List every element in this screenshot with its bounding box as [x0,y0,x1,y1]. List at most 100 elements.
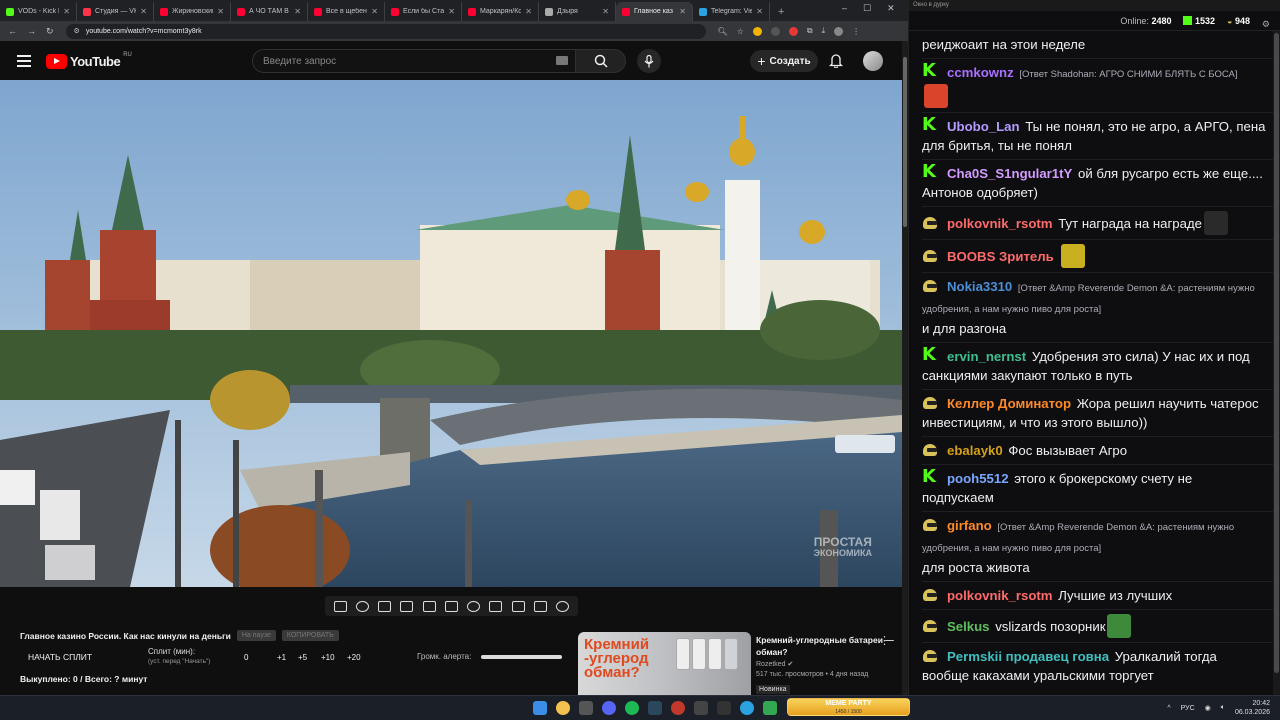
broadcast-icon[interactable] [355,600,369,612]
minimize-button[interactable]: – [842,3,847,14]
browser-tab[interactable]: Все в щебень ✕ [308,2,385,21]
alert-volume-slider[interactable] [481,654,563,659]
reload-icon[interactable]: ↻ [46,26,54,37]
app-icon[interactable] [763,701,777,715]
windows-start-icon[interactable] [533,701,547,715]
notifications-bell-icon[interactable] [828,53,844,73]
new-tab-button[interactable]: + [770,6,792,21]
chat-username[interactable]: pooh5512 [947,471,1009,486]
scrollbar-thumb[interactable] [903,57,907,227]
tab-close-icon[interactable]: ✕ [371,7,378,16]
chat-username[interactable]: Nokia3310 [947,279,1012,294]
chat-username[interactable]: Selkus [947,619,990,634]
chat-settings-icon[interactable]: ⚙ [1262,19,1270,30]
obs-icon[interactable] [671,701,685,715]
app-icon[interactable] [717,701,731,715]
image-add-icon[interactable] [489,600,503,612]
network-icon[interactable]: ◉ [1205,704,1211,712]
start-split-button[interactable]: НАЧАТЬ СПЛИТ [28,652,92,662]
input-language[interactable]: РУС [1181,705,1195,712]
loop-icon[interactable] [333,600,347,612]
split-plus-10-button[interactable]: +10 [321,653,347,662]
browser-tab[interactable]: А ЧО ТАМ В СШ ✕ [231,2,308,21]
menu-icon[interactable] [17,55,31,67]
chat-username[interactable]: ebalayk0 [947,443,1003,458]
spotify-icon[interactable] [625,701,639,715]
split-plus-20-button[interactable]: +20 [347,653,361,662]
flask-icon[interactable] [534,600,548,612]
search-input[interactable] [252,49,576,73]
speed-gauge-icon[interactable] [467,600,481,612]
browser-tab[interactable]: Дзыря ✕ [539,2,616,21]
site-info-icon[interactable]: ⚙ [74,27,80,35]
chat-username[interactable]: Cha0S_S1ngular1tY [947,166,1072,181]
extension-icon[interactable] [788,26,798,36]
tab-close-icon[interactable]: ✕ [756,7,763,16]
browser-tab[interactable]: Если бы Стали✕ [385,2,462,21]
chat-scrollbar[interactable] [1273,31,1280,695]
chat-username[interactable]: Permskii продавец говна [947,649,1109,664]
tray-chevron-icon[interactable]: ^ [1167,705,1170,712]
split-plus-1-button[interactable]: +1 [277,653,298,662]
split-value-zero[interactable]: 0 [244,653,277,662]
tab-close-icon[interactable]: ✕ [602,7,609,16]
settings-gear-icon[interactable] [556,600,570,612]
menu-dots-icon[interactable]: ⋮ [852,27,860,36]
chat-username[interactable]: Ubobo_Lan [947,119,1020,134]
chat-scrollbar-thumb[interactable] [1274,33,1279,673]
search-button[interactable] [576,49,626,73]
tab-close-icon[interactable]: ✕ [448,7,455,16]
back-icon[interactable]: ← [8,26,17,37]
maximize-button[interactable]: ☐ [863,3,871,14]
tab-close-icon[interactable]: ✕ [294,7,301,16]
extension-icon[interactable] [770,26,780,36]
steam-icon[interactable] [648,701,662,715]
playlist-icon[interactable] [378,600,392,612]
tab-close-icon[interactable]: ✕ [525,7,532,16]
youtube-logo[interactable]: YouTube RU [46,52,132,69]
browser-tab[interactable]: VODs - Kick Da ✕ [0,2,77,21]
puzzle-icon[interactable]: ⧉ [807,26,813,36]
chat-username[interactable]: ervin_nernst [947,349,1026,364]
chat-username[interactable]: ccmkownz [947,65,1014,80]
browser-tab[interactable]: Жириновский ✕ [154,2,231,21]
browser-tab[interactable]: Маркарян/Кон ✕ [462,2,539,21]
meme-party-widget[interactable]: MEME PARTY 1450 / 1500 [787,698,910,716]
film-strip-icon[interactable] [444,600,458,612]
zoom-icon[interactable]: 🔍︎ [718,27,728,36]
recommended-video[interactable]: Кремний -углерод обман? Кремний-углеродн… [578,632,900,696]
create-button[interactable]: + Создать [750,50,818,72]
omnibox[interactable]: ⚙ youtube.com/watch?v=mcmomt3y8rk [65,23,706,39]
download-icon[interactable]: ⤓ [822,26,826,36]
tab-close-icon[interactable]: ✕ [63,7,70,16]
tab-close-icon[interactable]: ✕ [140,7,147,16]
explorer-icon[interactable] [579,701,593,715]
extension-icon[interactable] [752,26,762,36]
profile-icon[interactable] [834,26,844,36]
keyboard-icon[interactable] [556,56,568,65]
browser-tab[interactable]: Главное каз ✕ [616,2,693,21]
chat-username[interactable]: polkovnik_rsotm [947,588,1053,603]
more-options-icon[interactable]: ⋮ [879,634,890,647]
chat-username[interactable]: Келлер Доминатор [947,396,1071,411]
clock[interactable]: 20:42 06.03.2026 [1235,699,1270,717]
account-avatar[interactable] [863,51,883,71]
clapper-icon[interactable] [400,600,414,612]
chat-username[interactable]: polkovnik_rsotm [947,216,1053,231]
discord-icon[interactable] [602,701,616,715]
tab-close-icon[interactable]: ✕ [217,7,224,16]
telegram-icon[interactable] [740,701,754,715]
recommended-channel[interactable]: Rozetked ✔ [756,660,896,668]
chat-username[interactable]: girfano [947,518,992,533]
video-player[interactable]: ПРОСТАЯ ЭКОНОМИКА [0,80,902,587]
camera-icon[interactable] [511,600,525,612]
voice-search-button[interactable] [637,49,661,73]
bookmark-star-icon[interactable]: ☆ [737,27,744,36]
forward-icon[interactable]: → [27,26,36,37]
browser-tab[interactable]: Telegram: View ✕ [693,2,770,21]
close-window-button[interactable]: ✕ [887,3,895,14]
split-plus-5-button[interactable]: +5 [298,653,321,662]
copy-button[interactable]: КОПИРОВАТЬ [281,630,339,641]
browser-tab[interactable]: Студия — VK В ✕ [77,2,154,21]
paused-pill[interactable]: На паузе [236,630,276,641]
